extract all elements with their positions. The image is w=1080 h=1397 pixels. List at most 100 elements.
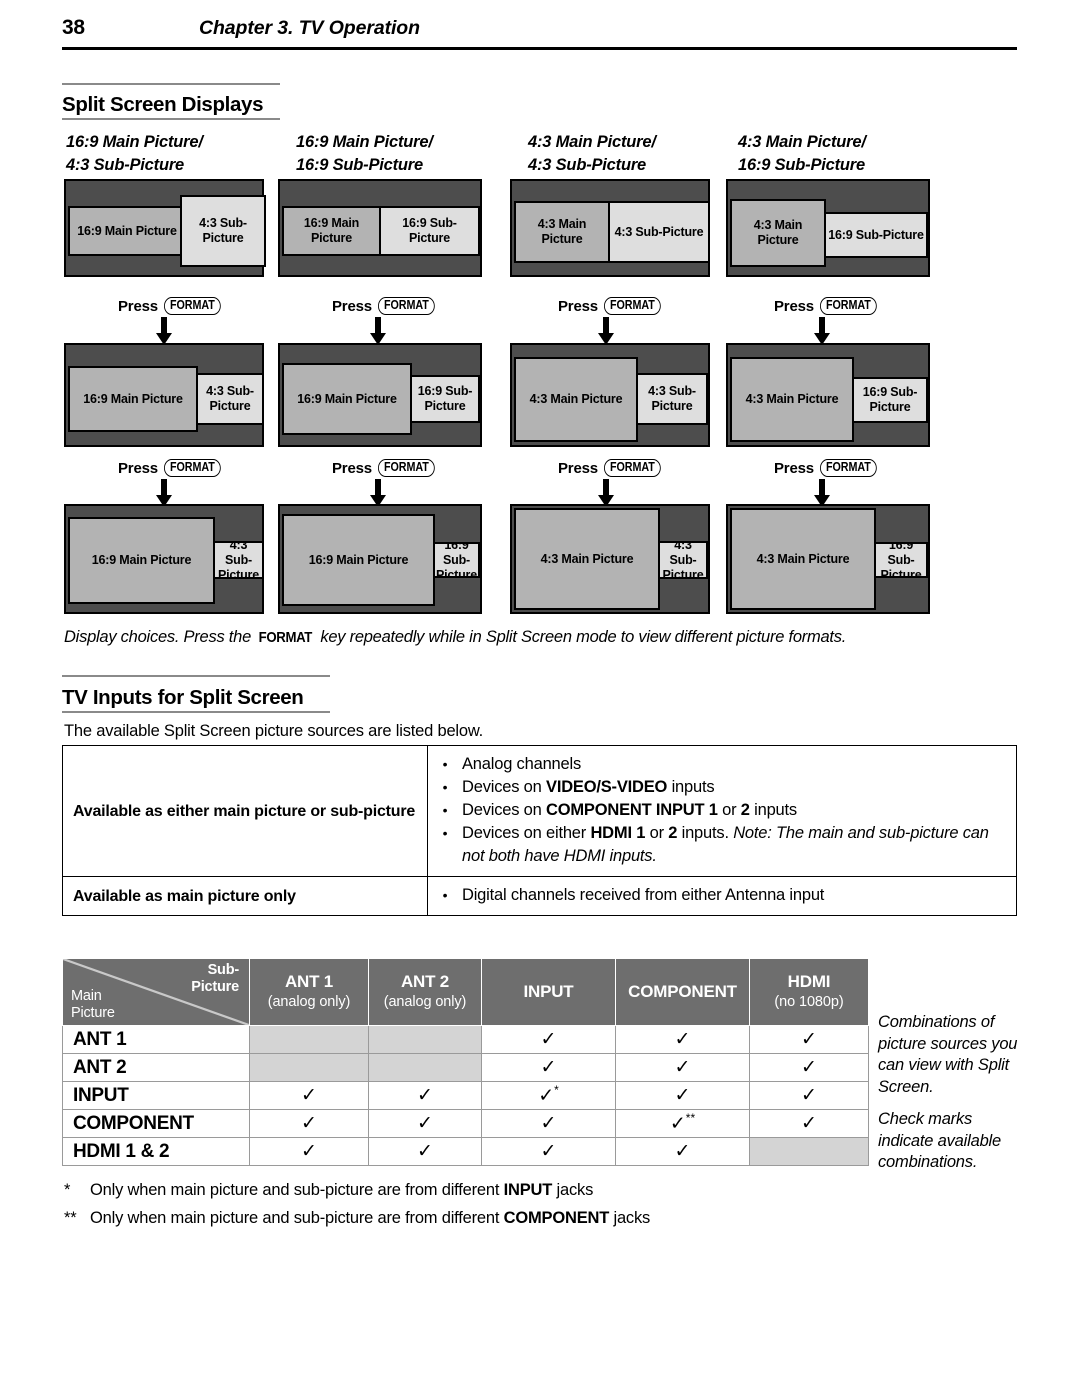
sub-picture-label: 4:3 Sub-Picture xyxy=(206,384,254,413)
footnote-1-before: Only when main picture and sub-picture a… xyxy=(90,1181,504,1199)
tv-frame-c2-r2: 16:9 Main Picture 16:9 Sub-Picture xyxy=(278,343,482,447)
tv-frame-c4-r3: 4:3 Main Picture 16:9 Sub-Picture xyxy=(726,504,930,614)
sub-picture-c4-r2: 16:9 Sub-Picture xyxy=(852,377,928,423)
press-word: Press xyxy=(558,297,598,315)
matrix-cell-input-input: ✓* xyxy=(481,1081,616,1110)
table-row: Available as main picture only • Digital… xyxy=(62,876,1017,916)
main-picture-c3-r2: 4:3 Main Picture xyxy=(514,357,638,442)
column-caption-2-line2: 16:9 Sub-Picture xyxy=(296,156,424,174)
main-picture-label: 16:9 Main Picture xyxy=(77,223,177,238)
format-key-button[interactable]: FORMAT xyxy=(819,297,877,315)
tv-inputs-intro: The available Split Screen picture sourc… xyxy=(64,722,484,740)
running-head: 38 Chapter 3. TV Operation xyxy=(62,16,1017,50)
column-caption-3-line2: 4:3 Sub-Picture xyxy=(528,156,647,174)
sources-row-label-0: Available as either main picture or sub-… xyxy=(62,745,428,877)
split-screen-heading-rule-top xyxy=(62,83,280,85)
sub-picture-c4-r3: 16:9 Sub-Picture xyxy=(874,542,928,578)
matrix-corner-sub-label: Sub- Picture xyxy=(191,962,239,996)
matrix-col-header-input: INPUT xyxy=(481,958,616,1026)
matrix-cell-hdmi-component: ✓ xyxy=(615,1137,750,1166)
format-key-button[interactable]: FORMAT xyxy=(603,459,661,477)
sub-picture-label: 4:3 Sub-Picture xyxy=(218,541,259,579)
matrix-col-subtitle: (no 1080p) xyxy=(774,994,844,1010)
matrix-corner-cell: Sub- Picture Main Picture xyxy=(62,957,250,1027)
matrix-cell-input-component: ✓ xyxy=(615,1081,750,1110)
page-number: 38 xyxy=(62,16,85,39)
down-arrow-icon-c1-r2 xyxy=(156,479,172,507)
format-key-button[interactable]: FORMAT xyxy=(819,459,877,477)
format-key-button[interactable]: FORMAT xyxy=(377,459,435,477)
sources-row-bullets-1: • Digital channels received from either … xyxy=(427,876,1017,916)
matrix-col-subtitle: (analog only) xyxy=(383,994,467,1010)
matrix-row-label-ant1: ANT 1 xyxy=(62,1025,250,1054)
list-item: • Devices on COMPONENT INPUT 1 or 2 inpu… xyxy=(428,799,1010,822)
check-icon: ✓ xyxy=(540,1113,557,1134)
main-picture-label: 4:3 Main Picture xyxy=(745,392,839,406)
matrix-col-subtitle: (analog only) xyxy=(267,994,351,1010)
footnote-2-after: jacks xyxy=(609,1209,651,1227)
bullet-icon: • xyxy=(442,802,448,818)
matrix-corner-main-label: Main Picture xyxy=(71,988,115,1022)
sub-picture-c2-r1: 16:9 Sub-Picture xyxy=(379,206,480,256)
check-icon: ✓ xyxy=(417,1113,433,1134)
format-key-button[interactable]: FORMAT xyxy=(377,297,435,315)
footnote-1-bold: INPUT xyxy=(503,1181,553,1199)
main-picture-c4-r2: 4:3 Main Picture xyxy=(730,357,854,442)
sub-picture-c3-r2: 4:3 Sub-Picture xyxy=(636,373,708,425)
footnote-2: ** Only when main picture and sub-picture… xyxy=(64,1209,650,1228)
down-arrow-icon-c4-r1 xyxy=(814,317,830,345)
check-icon: ✓ xyxy=(674,1029,691,1050)
bullet-text: Devices on either HDMI 1 or 2 inputs. No… xyxy=(462,824,989,865)
check-icon: ✓ xyxy=(301,1141,317,1162)
sub-picture-label: 16:9 Sub-Picture xyxy=(402,216,457,245)
tv-frame-c3-r1: 4:3 Main Picture 4:3 Sub-Picture xyxy=(510,179,710,277)
column-caption-1-line2: 4:3 Sub-Picture xyxy=(66,156,185,174)
matrix-cell-input-ant2: ✓ xyxy=(368,1081,482,1110)
check-icon: ✓ xyxy=(540,1057,557,1078)
diagram-caption-format-key: FORMAT xyxy=(258,629,313,646)
matrix-row-label-ant2: ANT 2 xyxy=(62,1053,250,1082)
tv-inputs-heading: TV Inputs for Split Screen xyxy=(62,686,304,709)
sub-picture-c1-r3: 4:3 Sub-Picture xyxy=(213,541,264,579)
matrix-body: ANT 1 ✓ ✓ ✓ ANT 2 ✓ ✓ ✓ INPUT ✓ ✓ ✓* ✓ ✓… xyxy=(62,1025,869,1166)
press-format-c4-r2: Press FORMAT xyxy=(774,459,886,477)
list-item: • Digital channels received from either … xyxy=(428,884,1010,907)
list-item: • Devices on either HDMI 1 or 2 inputs. … xyxy=(428,822,1010,868)
matrix-cell-ant2-ant1 xyxy=(249,1053,369,1082)
matrix-col-header-hdmi: HDMI (no 1080p) xyxy=(749,958,869,1026)
column-caption-3-line1: 4:3 Main Picture/ xyxy=(528,133,656,151)
column-caption-1-line1: 16:9 Main Picture/ xyxy=(66,133,203,151)
split-screen-heading-rule-bottom xyxy=(62,118,280,120)
down-arrow-icon-c2-r1 xyxy=(370,317,386,345)
matrix-col-header-ant2: ANT 2 (analog only) xyxy=(368,958,482,1026)
format-key-button[interactable]: FORMAT xyxy=(163,297,221,315)
matrix-col-title: COMPONENT xyxy=(628,982,737,1001)
matrix-cell-ant1-ant2 xyxy=(368,1025,482,1054)
column-caption-1: 16:9 Main Picture/ 4:3 Sub-Picture xyxy=(66,131,203,177)
main-picture-label: 4:3 Main Picture xyxy=(753,218,803,247)
press-word: Press xyxy=(332,459,372,477)
sub-picture-label: 4:3 Sub-Picture xyxy=(614,224,704,239)
matrix-cell-input-ant1: ✓ xyxy=(249,1081,369,1110)
bullet-text: Devices on VIDEO/S-VIDEO inputs xyxy=(462,778,715,796)
matrix-cell-ant2-input: ✓ xyxy=(481,1053,616,1082)
check-icon: ✓ xyxy=(801,1029,817,1050)
table-row: ANT 1 ✓ ✓ ✓ xyxy=(62,1025,869,1054)
tv-frame-c3-r3: 4:3 Main Picture 4:3 Sub-Picture xyxy=(510,504,710,614)
header-rule xyxy=(62,47,1017,50)
main-picture-c3-r1: 4:3 Main Picture xyxy=(514,201,610,263)
main-picture-label: 4:3 Main Picture xyxy=(540,551,634,566)
format-key-button[interactable]: FORMAT xyxy=(603,297,661,315)
bullet-text: Digital channels received from either An… xyxy=(462,886,825,904)
bullet-icon: • xyxy=(442,779,448,795)
footnote-marker: ** xyxy=(685,1111,696,1126)
main-picture-c1-r1: 16:9 Main Picture xyxy=(68,206,186,256)
chapter-title: Chapter 3. TV Operation xyxy=(199,17,420,39)
down-arrow-icon-c1-r1 xyxy=(156,317,172,345)
table-row: HDMI 1 & 2 ✓ ✓ ✓ ✓ xyxy=(62,1137,869,1166)
press-format-c1-r1: Press FORMAT xyxy=(118,297,230,315)
table-row: INPUT ✓ ✓ ✓* ✓ ✓ xyxy=(62,1081,869,1110)
format-key-button[interactable]: FORMAT xyxy=(163,459,221,477)
check-icon: ✓ xyxy=(674,1057,691,1078)
matrix-cell-component-ant1: ✓ xyxy=(249,1109,369,1138)
